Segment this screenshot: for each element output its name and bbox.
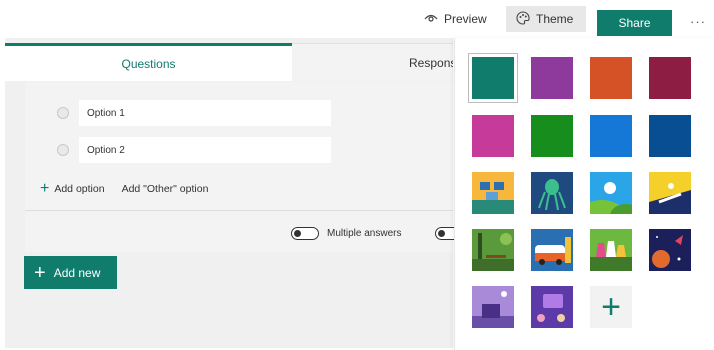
color-theme-orange[interactable]	[590, 57, 632, 99]
theme-chat-hands[interactable]	[531, 286, 573, 328]
plus-icon: +	[601, 287, 621, 326]
color-theme-magenta[interactable]	[472, 115, 514, 157]
add-option-row: + Add option Add "Other" option	[40, 179, 208, 199]
theme-panel: +	[454, 38, 714, 350]
eye-icon	[424, 12, 444, 26]
option-row: Option 2	[25, 137, 445, 163]
multiple-answers-toggle[interactable]	[291, 227, 319, 240]
top-bar: Preview Theme Share ···	[0, 0, 714, 38]
radio-button[interactable]	[57, 144, 69, 156]
form-editor-pane: Questions Responses Option 1 Option 2 + …	[5, 38, 463, 348]
add-new-button[interactable]: + Add new	[24, 256, 117, 289]
more-options-button[interactable]: ···	[690, 8, 710, 34]
theme-space-planet[interactable]	[649, 229, 691, 271]
color-theme-green[interactable]	[531, 115, 573, 157]
theme-label: Theme	[536, 12, 574, 26]
theme-octopus[interactable]	[531, 172, 573, 214]
tab-questions[interactable]: Questions	[5, 43, 292, 81]
add-option-button[interactable]: Add option	[54, 183, 104, 195]
color-theme-teal[interactable]	[472, 57, 514, 99]
color-theme-purple[interactable]	[531, 57, 573, 99]
radio-button[interactable]	[57, 107, 69, 119]
add-new-label: Add new	[53, 265, 101, 280]
theme-sun-hills[interactable]	[590, 172, 632, 214]
add-custom-theme-button[interactable]: +	[590, 286, 632, 328]
option-input[interactable]: Option 1	[79, 100, 331, 126]
theme-forest-bench[interactable]	[472, 229, 514, 271]
theme-beach-umbrellas[interactable]	[472, 172, 514, 214]
theme-button[interactable]: Theme	[506, 6, 586, 32]
add-other-option-button[interactable]: Add "Other" option	[122, 183, 209, 195]
preview-label: Preview	[444, 12, 487, 26]
color-theme-navy[interactable]	[649, 115, 691, 157]
option-row: Option 1	[25, 100, 445, 126]
multiple-answers-label: Multiple answers	[327, 228, 402, 239]
theme-snowboarder[interactable]	[649, 172, 691, 214]
color-theme-blue[interactable]	[590, 115, 632, 157]
tab-bar: Questions Responses	[5, 43, 453, 81]
multiple-answers-row: Multiple answers	[291, 227, 401, 240]
color-theme-maroon[interactable]	[649, 57, 691, 99]
palette-icon	[516, 10, 536, 28]
share-button[interactable]: Share	[597, 10, 672, 36]
theme-bus[interactable]	[531, 229, 573, 271]
theme-lab-flasks[interactable]	[590, 229, 632, 271]
plus-icon: +	[40, 180, 50, 197]
option-input[interactable]: Option 2	[79, 137, 331, 163]
theme-night-house[interactable]	[472, 286, 514, 328]
plus-icon: +	[34, 261, 46, 284]
divider	[25, 210, 453, 211]
preview-button[interactable]: Preview	[418, 6, 502, 32]
tab-responses[interactable]: Responses	[292, 43, 453, 81]
question-card: Option 1 Option 2 + Add option Add "Othe…	[25, 82, 463, 252]
